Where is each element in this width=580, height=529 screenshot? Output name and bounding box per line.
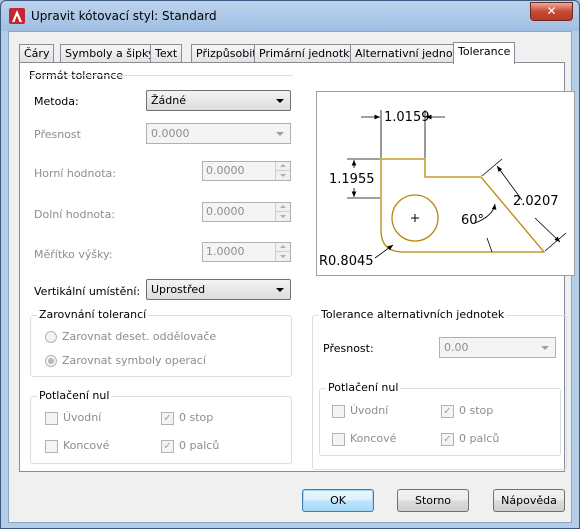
dim-right-text: 2.0207 xyxy=(513,194,559,209)
chevron-down-icon xyxy=(541,346,549,350)
alt-precision-label: Přesnost: xyxy=(323,342,374,355)
lower-value-label: Dolní hodnota: xyxy=(34,208,115,221)
alt-inches-label: 0 palců xyxy=(459,432,500,445)
tab-symbols-arrows[interactable]: Symboly a šipky xyxy=(60,44,160,63)
alignment-title: Zarovnání tolerancí xyxy=(37,308,149,321)
autocad-icon xyxy=(9,8,25,24)
tab-text[interactable]: Text xyxy=(150,44,183,63)
alt-zero-suppression-group: Potlačení nul Úvodní ✓ 0 stop Koncové ✓ … xyxy=(319,381,561,456)
tab-tolerance[interactable]: Tolerance xyxy=(453,42,516,64)
inches-checkbox[interactable]: ✓ xyxy=(161,440,174,453)
close-button[interactable]: ✕ xyxy=(530,2,573,21)
alt-trailing-checkbox[interactable] xyxy=(332,433,345,446)
lower-value: 0.0000 xyxy=(206,205,245,218)
lower-value-input[interactable]: 0.0000 xyxy=(202,202,291,222)
window-title: Upravit kótovací styl: Standard xyxy=(31,9,217,23)
align-decimal-label: Zarovnat deset. oddělovače xyxy=(62,330,217,343)
spin-down-icon[interactable] xyxy=(275,252,290,261)
leading-label: Úvodní xyxy=(63,411,102,424)
align-decimal-radio[interactable] xyxy=(45,331,57,343)
close-icon: ✕ xyxy=(546,4,557,18)
zero-suppression-group: Potlačení nul Úvodní ✓ 0 stop Koncové ✓ … xyxy=(30,389,292,464)
alt-feet-label: 0 stop xyxy=(459,404,494,417)
format-divider xyxy=(29,75,293,76)
alt-tolerance-title: Tolerance alternativních jednotek xyxy=(319,308,507,321)
align-operator-radio[interactable] xyxy=(45,355,57,367)
inches-label: 0 palců xyxy=(179,439,220,452)
dim-top-text: 1.0159 xyxy=(384,110,430,125)
precision-value: 0.0000 xyxy=(151,127,190,140)
vertical-position-value: Uprostřed xyxy=(151,283,206,296)
help-button[interactable]: Nápověda xyxy=(493,489,565,512)
angle-text: 60° xyxy=(461,213,484,228)
spin-up-icon[interactable] xyxy=(275,203,290,212)
tab-primary-units[interactable]: Primární jednotky xyxy=(254,44,361,63)
ok-button[interactable]: OK xyxy=(302,489,374,512)
upper-value: 0.0000 xyxy=(206,164,245,177)
precision-label: Přesnost xyxy=(34,128,81,141)
alignment-group: Zarovnání tolerancí Zarovnat deset. oddě… xyxy=(30,308,292,377)
method-select[interactable]: Žádné xyxy=(146,90,291,111)
alt-tolerance-group: Tolerance alternativních jednotek Přesno… xyxy=(312,308,567,470)
radius-text: R0.8045 xyxy=(319,254,374,269)
dialog-client: Čáry Symboly a šipky Text Přizpůsobit Pr… xyxy=(8,31,575,523)
height-scale-label: Měřítko výšky: xyxy=(34,248,113,261)
height-scale-value: 1.0000 xyxy=(206,245,245,258)
tolerance-page: Formát tolerance Metoda: Žádné Přesnost … xyxy=(19,62,575,472)
precision-select[interactable]: 0.0000 xyxy=(146,123,291,144)
tab-lines[interactable]: Čáry xyxy=(19,44,55,63)
spin-up-icon[interactable] xyxy=(275,162,290,171)
spin-up-icon[interactable] xyxy=(275,243,290,252)
alt-leading-label: Úvodní xyxy=(350,404,389,417)
spin-down-icon[interactable] xyxy=(275,171,290,180)
leading-checkbox[interactable] xyxy=(45,412,58,425)
trailing-label: Koncové xyxy=(63,439,110,452)
vertical-position-select[interactable]: Uprostřed xyxy=(146,279,291,300)
chevron-down-icon xyxy=(276,132,284,136)
height-scale-input[interactable]: 1.0000 xyxy=(202,242,291,262)
feet-label: 0 stop xyxy=(179,411,214,424)
dialog-window: Upravit kótovací styl: Standard ✕ Čáry S… xyxy=(0,0,580,529)
alt-precision-value: 0.00 xyxy=(444,341,469,354)
alt-zero-suppression-title: Potlačení nul xyxy=(326,381,401,394)
tab-fit[interactable]: Přizpůsobit xyxy=(191,44,262,63)
cancel-button[interactable]: Storno xyxy=(397,489,469,512)
vertical-position-label: Vertikální umístění: xyxy=(34,285,141,298)
alt-feet-checkbox[interactable]: ✓ xyxy=(441,405,454,418)
chevron-down-icon xyxy=(276,99,284,103)
alt-precision-select[interactable]: 0.00 xyxy=(439,337,556,358)
alt-inches-checkbox[interactable]: ✓ xyxy=(441,433,454,446)
title-bar[interactable]: Upravit kótovací styl: Standard ✕ xyxy=(1,1,579,31)
spin-down-icon[interactable] xyxy=(275,212,290,221)
method-label: Metoda: xyxy=(34,95,79,108)
dim-left-text: 1.1955 xyxy=(329,172,375,187)
align-operator-label: Zarovnat symboly operací xyxy=(62,354,206,367)
zero-suppression-title: Potlačení nul xyxy=(37,389,112,402)
method-value: Žádné xyxy=(151,94,186,107)
feet-checkbox[interactable]: ✓ xyxy=(161,412,174,425)
upper-value-label: Horní hodnota: xyxy=(34,167,117,180)
chevron-down-icon xyxy=(276,288,284,292)
preview-pane: 1.0159 1.1955 2.0207 60° R0.8045 xyxy=(316,91,575,276)
alt-leading-checkbox[interactable] xyxy=(332,405,345,418)
upper-value-input[interactable]: 0.0000 xyxy=(202,161,291,181)
alt-trailing-label: Koncové xyxy=(350,432,397,445)
trailing-checkbox[interactable] xyxy=(45,440,58,453)
preview-drawing: 1.0159 1.1955 2.0207 60° R0.8045 xyxy=(319,110,567,269)
